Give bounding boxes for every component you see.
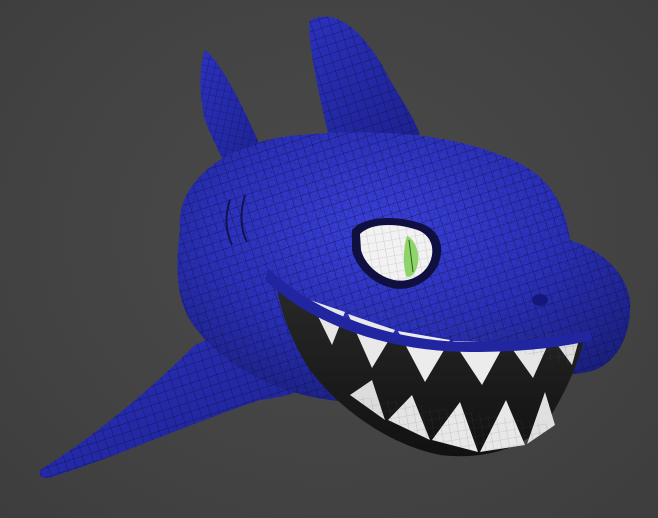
nostril (532, 294, 548, 306)
dorsal-fin (309, 16, 420, 140)
3d-viewport[interactable] (0, 0, 658, 518)
shark-head-wireframe-model (39, 16, 631, 478)
